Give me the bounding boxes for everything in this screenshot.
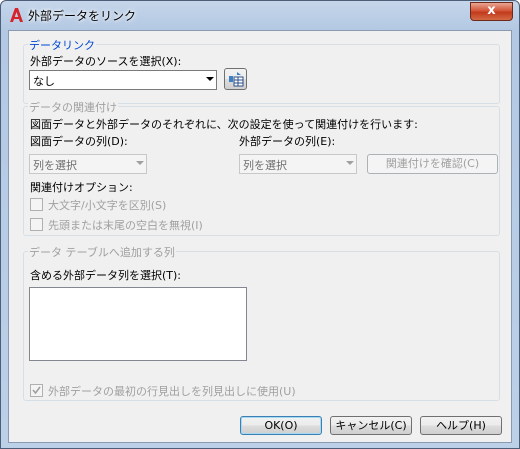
external-column-value: 列を選択: [243, 159, 287, 172]
case-sensitive-checkbox[interactable]: [30, 198, 43, 211]
close-icon: x: [487, 3, 496, 18]
chevron-down-icon: [136, 161, 144, 165]
verify-association-button[interactable]: 関連付けを確認(C): [367, 154, 498, 174]
ignore-spaces-checkbox[interactable]: [30, 218, 43, 231]
data-connection-icon: [228, 72, 243, 87]
external-column-select[interactable]: 列を選択: [239, 154, 357, 174]
include-columns-label: 含める外部データ列を選択(T):: [30, 269, 182, 282]
source-select[interactable]: なし: [29, 70, 217, 90]
source-label: 外部データのソースを選択(X):: [30, 55, 182, 68]
cancel-button[interactable]: キャンセル(C): [330, 416, 412, 435]
drawing-column-select[interactable]: 列を選択: [29, 154, 147, 174]
ignore-spaces-label: 先頭または末尾の空白を無視(I): [48, 219, 203, 232]
launch-data-connection-button[interactable]: [224, 68, 247, 90]
drawing-column-label: 図面データの列(D):: [30, 135, 128, 148]
columns-listbox[interactable]: [29, 287, 247, 361]
help-button[interactable]: ヘルプ(H): [420, 416, 502, 435]
drawing-column-value: 列を選択: [33, 159, 77, 172]
chevron-down-icon: [346, 161, 354, 165]
checkmark-icon: [32, 386, 41, 395]
window-title: 外部データをリンク: [28, 9, 137, 23]
external-column-label: 外部データの列(E):: [239, 135, 336, 148]
close-button[interactable]: x: [470, 2, 513, 21]
options-label: 関連付けオプション:: [30, 181, 133, 194]
columns-group-title: データ テーブルへ追加する列: [28, 244, 176, 260]
case-sensitive-label: 大文字/小文字を区別(S): [48, 199, 167, 212]
dialog-window: 外部データをリンク x データリンク 外部データのソースを選択(X): なし デ…: [0, 0, 520, 449]
dialog-client: データリンク 外部データのソースを選択(X): なし データの関連付け 図面デー…: [8, 30, 512, 443]
chevron-down-icon: [206, 77, 214, 81]
autocad-logo-icon: [10, 8, 23, 22]
association-group-title: データの関連付け: [28, 99, 118, 115]
first-row-header-checkbox[interactable]: [30, 384, 43, 397]
data-link-group-title: データリンク: [28, 37, 96, 53]
source-select-value: なし: [33, 75, 55, 88]
first-row-header-label: 外部データの最初の行見出しを列見出しに使用(U): [48, 385, 296, 398]
title-bar[interactable]: 外部データをリンク x: [1, 1, 519, 29]
ok-button[interactable]: OK(O): [240, 416, 322, 435]
association-description: 図面データと外部データのそれぞれに、次の設定を使って関連付けを行います:: [30, 118, 418, 131]
